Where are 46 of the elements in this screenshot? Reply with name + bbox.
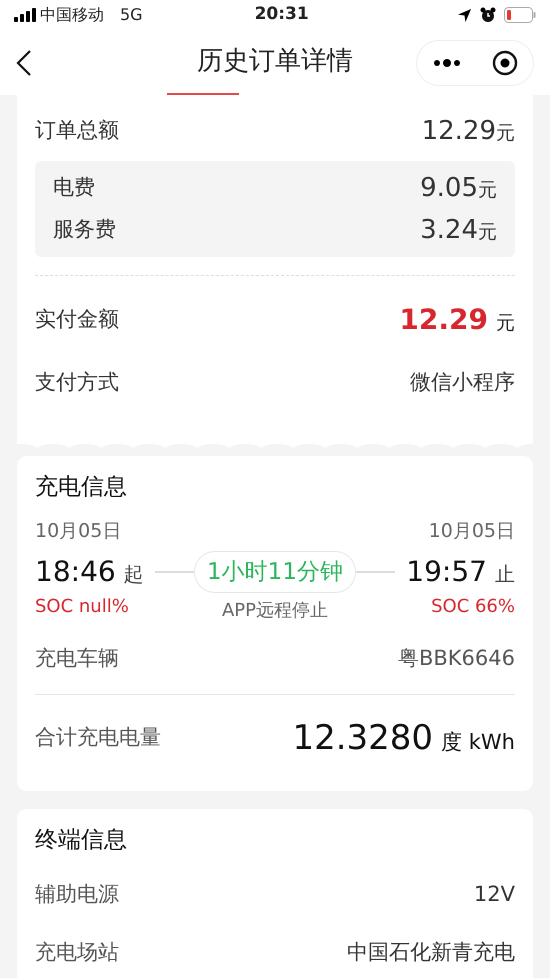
carrier-name: 中国移动 xyxy=(40,4,104,26)
location-arrow-icon xyxy=(457,8,472,22)
more-icon[interactable] xyxy=(432,58,460,68)
signal-icon xyxy=(14,8,36,22)
back-icon[interactable] xyxy=(16,48,32,76)
fee-label: 电费 xyxy=(53,174,95,202)
total-amount: 12.29 xyxy=(422,116,496,146)
page-title: 历史订单详情 xyxy=(197,45,353,78)
soc-reading: SOC null% xyxy=(35,595,130,619)
energy-unit: 度 kWh xyxy=(441,728,515,756)
currency-unit: 元 xyxy=(478,220,497,242)
clock-time: 20:31 xyxy=(254,3,309,26)
close-icon[interactable] xyxy=(492,50,518,76)
section-title: 终端信息 xyxy=(35,826,128,855)
currency-unit: 元 xyxy=(496,311,515,336)
network-type: 5G xyxy=(120,4,143,26)
row-label: 充电场站 xyxy=(35,938,119,966)
charge-time: 18:46 xyxy=(35,554,116,590)
charge-date: 10月05日 xyxy=(428,518,515,544)
row-label: 充电车辆 xyxy=(35,645,119,672)
row-value: 中国石化新青充电 xyxy=(347,938,515,966)
charge-date: 10月05日 xyxy=(35,518,122,544)
row-label: 实付金额 xyxy=(35,306,119,334)
fee-label: 服务费 xyxy=(53,216,116,244)
time-marker: 止 xyxy=(495,561,515,588)
row-value: 12V xyxy=(474,880,515,908)
vehicle-plate: 粤BBK6646 xyxy=(398,645,515,672)
time-marker: 起 xyxy=(124,561,144,588)
battery-icon xyxy=(504,7,536,23)
charge-time: 19:57 xyxy=(406,554,487,590)
fee-amount: 9.05 xyxy=(420,172,478,202)
stop-reason: APP远程停止 xyxy=(222,599,328,623)
row-label: 订单总额 xyxy=(35,117,119,144)
soc-reading: SOC 66% xyxy=(431,595,515,619)
row-label: 辅助电源 xyxy=(35,880,119,908)
alarm-clock-icon xyxy=(480,7,496,23)
row-label: 合计充电电量 xyxy=(35,724,161,752)
energy-amount: 12.3280 xyxy=(292,716,434,760)
section-title: 充电信息 xyxy=(35,473,128,502)
payment-method: 微信小程序 xyxy=(410,369,515,396)
paid-amount: 12.29 xyxy=(399,302,488,338)
row-label: 支付方式 xyxy=(35,369,119,396)
currency-unit: 元 xyxy=(478,178,497,200)
fee-amount: 3.24 xyxy=(420,214,478,244)
duration-badge: 1小时11分钟 xyxy=(194,550,356,593)
currency-unit: 元 xyxy=(496,122,515,144)
